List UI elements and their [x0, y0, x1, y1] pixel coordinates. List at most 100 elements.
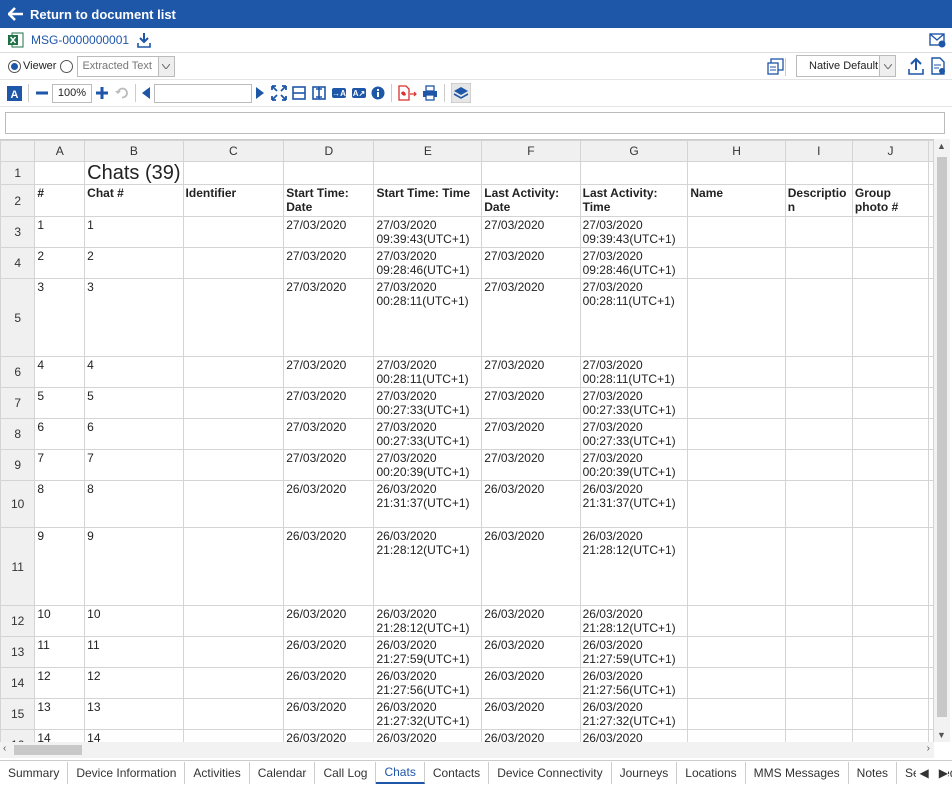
row-header[interactable]: 5 — [0, 278, 36, 357]
scroll-down-icon[interactable]: ▼ — [937, 730, 946, 740]
tab-scroll-right-icon[interactable]: ▶ — [939, 766, 948, 780]
cell-index[interactable]: 9 — [34, 527, 86, 606]
download-icon[interactable] — [137, 32, 151, 48]
vertical-scrollbar[interactable]: ▲ ▼ — [934, 139, 950, 742]
cell-chat-number[interactable]: 9 — [84, 527, 184, 606]
sheet-title-cell[interactable]: Chats (39) — [84, 161, 184, 185]
cell-description[interactable] — [784, 729, 853, 742]
cell-description[interactable] — [784, 698, 853, 730]
cell-group-photo[interactable] — [851, 387, 930, 419]
cell-name[interactable] — [687, 356, 786, 388]
tab-summary[interactable]: Summary — [0, 762, 69, 784]
cell-name[interactable] — [687, 636, 786, 668]
cell-start-time[interactable]: 27/03/2020 09:28:46(UTC+1) — [373, 247, 483, 279]
cell-group-photo[interactable] — [851, 278, 930, 357]
select-all-corner[interactable] — [0, 140, 36, 162]
viewer-radio[interactable] — [8, 59, 21, 73]
cell[interactable] — [928, 480, 934, 528]
cell-last-activity-date[interactable]: 26/03/2020 — [481, 480, 581, 528]
cell-start-time[interactable]: 26/03/2020 21:28:12(UTC+1) — [373, 605, 483, 637]
text-format-icon[interactable]: A↗ — [351, 85, 367, 101]
row-header[interactable]: 4 — [0, 247, 36, 279]
cell-identifier[interactable] — [182, 356, 285, 388]
cell-identifier[interactable] — [182, 527, 285, 606]
column-header-d[interactable]: D — [283, 140, 375, 162]
column-header-h[interactable]: H — [687, 140, 786, 162]
column-title-cell[interactable]: Last Activity: Time — [579, 184, 689, 217]
cell[interactable] — [928, 184, 934, 217]
cell[interactable] — [687, 161, 786, 185]
cell-start-time[interactable]: 26/03/2020 21:27:56(UTC+1) — [373, 667, 483, 699]
cell-start-time[interactable]: 27/03/2020 00:28:11(UTC+1) — [373, 356, 483, 388]
cell-last-activity-date[interactable]: 26/03/2020 — [481, 527, 581, 606]
column-title-cell[interactable]: Name — [687, 184, 786, 217]
cell-name[interactable] — [687, 698, 786, 730]
compare-icon[interactable] — [767, 58, 784, 75]
column-title-cell[interactable]: Descriptio n — [784, 184, 853, 217]
fit-height-icon[interactable] — [311, 85, 327, 101]
row-header[interactable]: 16 — [0, 729, 36, 742]
cell-start-time[interactable]: 27/03/2020 00:27:33(UTC+1) — [373, 418, 483, 450]
cell-index[interactable]: 4 — [34, 356, 86, 388]
cell-name[interactable] — [687, 418, 786, 450]
scroll-right-icon[interactable]: › — [927, 743, 930, 754]
previous-page-icon[interactable] — [142, 87, 150, 99]
cell-description[interactable] — [784, 247, 853, 279]
cell-last-activity-date[interactable]: 26/03/2020 — [481, 636, 581, 668]
horizontal-scroll-thumb[interactable] — [14, 745, 82, 755]
cell-last-activity-time[interactable]: 27/03/2020 09:39:43(UTC+1) — [579, 216, 689, 248]
row-header[interactable]: 6 — [0, 356, 36, 388]
column-title-cell[interactable]: Identifier — [182, 184, 285, 217]
column-title-cell[interactable]: Group photo # — [851, 184, 930, 217]
cell-description[interactable] — [784, 278, 853, 357]
export-pdf-icon[interactable] — [398, 85, 420, 101]
vertical-scroll-thumb[interactable] — [937, 157, 947, 717]
cell[interactable] — [928, 216, 934, 248]
cell-description[interactable] — [784, 449, 853, 481]
tab-calendar[interactable]: Calendar — [250, 762, 316, 784]
cell-identifier[interactable] — [182, 729, 285, 742]
cell-chat-number[interactable]: 8 — [84, 480, 184, 528]
cell-group-photo[interactable] — [851, 247, 930, 279]
cell-start-time[interactable]: 27/03/2020 00:27:33(UTC+1) — [373, 387, 483, 419]
cell-name[interactable] — [687, 387, 786, 419]
column-title-cell[interactable]: Start Time: Time — [373, 184, 483, 217]
cell-identifier[interactable] — [182, 387, 285, 419]
zoom-level[interactable]: 100% — [52, 83, 92, 103]
tab-contacts[interactable]: Contacts — [425, 762, 490, 784]
cell-name[interactable] — [687, 247, 786, 279]
tab-mms-messages[interactable]: MMS Messages — [746, 762, 849, 784]
cell-index[interactable]: 10 — [34, 605, 86, 637]
fit-width-icon[interactable] — [291, 85, 307, 101]
cell-name[interactable] — [687, 527, 786, 606]
cell-start-date[interactable]: 26/03/2020 — [283, 667, 375, 699]
document-filename[interactable]: MSG-0000000001 — [31, 33, 129, 47]
find-replace-icon[interactable]: →A — [331, 85, 347, 101]
cell-identifier[interactable] — [182, 216, 285, 248]
cell-index[interactable]: 13 — [34, 698, 86, 730]
cell-identifier[interactable] — [182, 480, 285, 528]
cell-group-photo[interactable] — [851, 667, 930, 699]
cell-chat-number[interactable]: 2 — [84, 247, 184, 279]
formula-bar[interactable] — [5, 112, 945, 134]
cell-description[interactable] — [784, 480, 853, 528]
cell-chat-number[interactable]: 12 — [84, 667, 184, 699]
cell-group-photo[interactable] — [851, 418, 930, 450]
cell-start-date[interactable]: 27/03/2020 — [283, 278, 375, 357]
cell-last-activity-date[interactable]: 26/03/2020 — [481, 698, 581, 730]
fit-to-screen-icon[interactable] — [271, 85, 287, 101]
row-header[interactable]: 12 — [0, 605, 36, 637]
cell-index[interactable]: 12 — [34, 667, 86, 699]
row-header[interactable]: 15 — [0, 698, 36, 730]
cell[interactable] — [182, 161, 285, 185]
cell-index[interactable]: 8 — [34, 480, 86, 528]
column-header-g[interactable]: G — [579, 140, 689, 162]
cell-group-photo[interactable] — [851, 527, 930, 606]
cell-start-date[interactable]: 26/03/2020 — [283, 698, 375, 730]
cell-description[interactable] — [784, 356, 853, 388]
cell-last-activity-time[interactable]: 26/03/2020 21:28:12(UTC+1) — [579, 605, 689, 637]
row-header[interactable]: 1 — [0, 161, 36, 185]
row-header[interactable]: 14 — [0, 667, 36, 699]
cell-start-time[interactable]: 26/03/2020 21:31:37(UTC+1) — [373, 480, 483, 528]
tab-call-log[interactable]: Call Log — [315, 762, 377, 784]
